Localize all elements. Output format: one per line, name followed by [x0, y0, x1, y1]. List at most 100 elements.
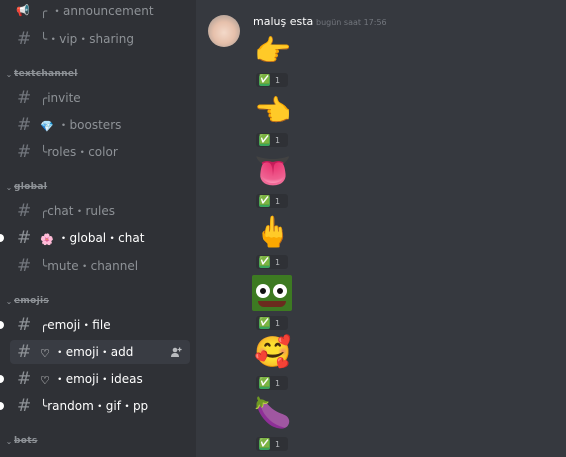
- channel-label: ╭invite: [40, 91, 81, 105]
- avatar[interactable]: [208, 15, 240, 47]
- pepe-mouth: [258, 301, 286, 307]
- reaction-chip[interactable]: ✅ 1: [256, 73, 288, 87]
- reaction-count: 1: [275, 318, 281, 328]
- hash-icon: #: [17, 396, 32, 416]
- check-mark-icon: ✅: [259, 377, 271, 389]
- check-mark-icon: ✅: [259, 256, 271, 268]
- message-timestamp: bugün saat 17:56: [316, 18, 387, 27]
- category-label: emojis: [14, 296, 49, 306]
- check-mark-icon: ✅: [259, 317, 271, 329]
- pepe-eye: [256, 284, 270, 298]
- sticker-eggplant: 🍆: [254, 396, 292, 431]
- channel-name: emoji・ideas: [65, 372, 143, 386]
- sticker-tongue: 👅: [254, 154, 292, 189]
- channel-emoji-ideas[interactable]: # ♡ ・emoji・ideas: [10, 367, 190, 391]
- reaction-chip[interactable]: ✅ 1: [256, 316, 288, 330]
- channel-label: ╰random・gif・pp: [40, 399, 149, 413]
- chevron-down-icon: ⌄: [5, 182, 13, 192]
- channel-label: ╰roles・color: [40, 145, 118, 159]
- channel-roles-color[interactable]: # ╰roles・color: [10, 140, 190, 164]
- channel-label: ╭emoji・file: [40, 318, 111, 332]
- category-label: global: [14, 182, 48, 192]
- hash-icon: #: [17, 228, 32, 248]
- channel-label: ╰mute・channel: [40, 259, 139, 273]
- channel-label: ♡ ・emoji・add: [40, 340, 133, 364]
- reaction-count: 1: [275, 135, 281, 145]
- category-bots[interactable]: ⌄ bots: [4, 433, 38, 449]
- reaction-count: 1: [275, 75, 281, 85]
- category-label: bots: [14, 436, 38, 446]
- category-emojis[interactable]: ⌄ emojis: [4, 293, 49, 309]
- channel-sidebar: 📢 ╭ ・announcement # ╰・vip・sharing ⌄ text…: [0, 0, 196, 457]
- unread-indicator: [0, 234, 4, 242]
- add-member-icon[interactable]: [170, 346, 182, 358]
- channel-prefix: ・: [57, 118, 70, 132]
- pepe-frog-sticker: [252, 275, 292, 311]
- unread-indicator: [0, 375, 4, 383]
- heart-icon: ♡: [40, 374, 50, 387]
- sticker-pointing-left: 👈: [254, 94, 292, 129]
- channel-prefix: ・: [53, 372, 66, 386]
- channel-label: ╭chat・rules: [40, 204, 115, 218]
- chevron-down-icon: ⌄: [5, 69, 13, 79]
- channel-label: ♡ ・emoji・ideas: [40, 367, 143, 391]
- channel-vip-sharing[interactable]: # ╰・vip・sharing: [10, 27, 190, 51]
- unread-indicator: [0, 321, 4, 329]
- category-label: textchannel: [14, 69, 78, 79]
- hash-icon: #: [17, 201, 32, 221]
- channel-label: ╰・vip・sharing: [40, 32, 134, 46]
- channel-label: ╭ ・announcement: [40, 4, 154, 18]
- reaction-chip[interactable]: ✅ 1: [256, 437, 288, 451]
- check-mark-icon: ✅: [259, 134, 271, 146]
- check-mark-icon: ✅: [259, 74, 271, 86]
- channel-mute-channel[interactable]: # ╰mute・channel: [10, 254, 190, 278]
- check-mark-icon: ✅: [259, 438, 271, 450]
- hash-icon: #: [17, 29, 32, 49]
- sticker-middle-finger: 🖕: [254, 215, 292, 250]
- sticker-smiling-hearts: 🥰: [254, 335, 292, 370]
- channel-chat-rules[interactable]: # ╭chat・rules: [10, 199, 190, 223]
- channel-name: global・chat: [69, 231, 145, 245]
- hash-icon: #: [17, 142, 32, 162]
- channel-name: emoji・add: [65, 345, 134, 359]
- channel-announcement[interactable]: 📢 ╭ ・announcement: [10, 0, 190, 23]
- message-author[interactable]: maluş esta: [253, 15, 313, 28]
- channel-boosters[interactable]: # 💎 ・boosters: [10, 113, 190, 137]
- pepe-eye: [273, 284, 287, 298]
- reaction-count: 1: [275, 257, 281, 267]
- category-textchannel[interactable]: ⌄ textchannel: [4, 66, 78, 82]
- reaction-chip[interactable]: ✅ 1: [256, 376, 288, 390]
- gem-icon: 💎: [40, 120, 54, 133]
- hash-icon: #: [17, 115, 32, 135]
- chevron-down-icon: ⌄: [5, 436, 13, 446]
- reaction-count: 1: [275, 196, 281, 206]
- channel-emoji-add[interactable]: # ♡ ・emoji・add: [10, 340, 190, 364]
- megaphone-icon: 📢: [16, 4, 30, 17]
- channel-name: boosters: [69, 118, 122, 132]
- cherry-blossom-icon: 🌸: [40, 233, 54, 246]
- channel-random-gif-pp[interactable]: # ╰random・gif・pp: [10, 394, 190, 418]
- hash-icon: #: [17, 256, 32, 276]
- reaction-chip[interactable]: ✅ 1: [256, 255, 288, 269]
- reaction-chip[interactable]: ✅ 1: [256, 194, 288, 208]
- message-pane: maluş esta bugün saat 17:56 👉 ✅ 1 👈 ✅ 1 …: [196, 0, 566, 457]
- channel-emoji-file[interactable]: # ╭emoji・file: [10, 313, 190, 337]
- hash-icon: #: [17, 369, 32, 389]
- channel-prefix: ・: [53, 345, 66, 359]
- heart-icon: ♡: [40, 347, 50, 360]
- reaction-chip[interactable]: ✅ 1: [256, 133, 288, 147]
- channel-invite[interactable]: # ╭invite: [10, 86, 190, 110]
- reaction-count: 1: [275, 378, 281, 388]
- category-global[interactable]: ⌄ global: [4, 179, 47, 195]
- chevron-down-icon: ⌄: [5, 296, 13, 306]
- unread-indicator: [0, 402, 4, 410]
- hash-icon: #: [17, 342, 32, 362]
- channel-global-chat[interactable]: # 🌸 ・global・chat: [10, 226, 190, 250]
- channel-prefix: ・: [57, 231, 70, 245]
- channel-label: 💎 ・boosters: [40, 113, 121, 137]
- hash-icon: #: [17, 88, 32, 108]
- sticker-pointing-right: 👉: [254, 34, 292, 69]
- reaction-count: 1: [275, 439, 281, 449]
- check-mark-icon: ✅: [259, 195, 271, 207]
- hash-icon: #: [17, 315, 32, 335]
